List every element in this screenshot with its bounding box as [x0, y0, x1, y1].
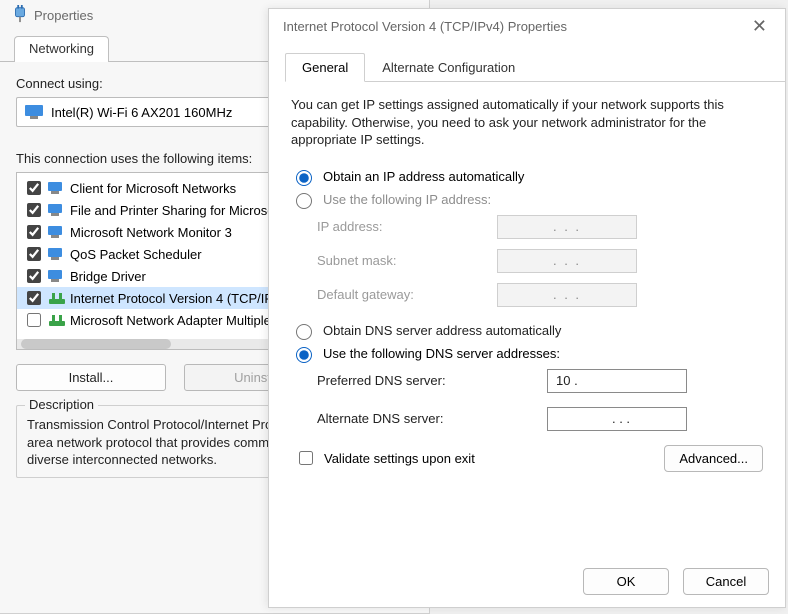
item-checkbox[interactable]: [27, 291, 41, 305]
ip-manual-row[interactable]: Use the following IP address:: [291, 190, 763, 209]
cancel-button[interactable]: Cancel: [683, 568, 769, 595]
ipv4-tabstrip: General Alternate Configuration: [285, 53, 785, 82]
client-icon: [48, 268, 66, 284]
default-gateway-label: Default gateway:: [317, 287, 497, 302]
adapter-name: Intel(R) Wi-Fi 6 AX201 160MHz: [51, 105, 232, 120]
ip-address-input: . . .: [497, 215, 637, 239]
tab-general[interactable]: General: [285, 53, 365, 82]
dns-auto-label: Obtain DNS server address automatically: [323, 323, 561, 338]
dns-manual-radio[interactable]: [296, 347, 312, 363]
item-label: Client for Microsoft Networks: [70, 181, 236, 196]
client-icon: [48, 202, 66, 218]
ip-fields: IP address: . . . Subnet mask: . . . Def…: [317, 215, 763, 307]
dns-manual-label: Use the following DNS server addresses:: [323, 346, 560, 361]
validate-label: Validate settings upon exit: [324, 451, 475, 466]
item-checkbox[interactable]: [27, 181, 41, 195]
info-text: You can get IP settings assigned automat…: [291, 96, 763, 149]
item-checkbox[interactable]: [27, 247, 41, 261]
ip-manual-label: Use the following IP address:: [323, 192, 491, 207]
item-label: Microsoft Network Monitor 3: [70, 225, 232, 240]
tab-alternate-configuration[interactable]: Alternate Configuration: [365, 53, 532, 82]
item-checkbox[interactable]: [27, 203, 41, 217]
dialog-buttons: OK Cancel: [583, 568, 769, 595]
client-icon: [48, 246, 66, 262]
item-label: QoS Packet Scheduler: [70, 247, 202, 262]
close-icon[interactable]: ✕: [746, 15, 773, 37]
advanced-button[interactable]: Advanced...: [664, 445, 763, 472]
dns-auto-radio[interactable]: [296, 324, 312, 340]
ip-address-label: IP address:: [317, 219, 497, 234]
dns-auto-row[interactable]: Obtain DNS server address automatically: [291, 321, 763, 340]
ethernet-plug-icon: [12, 5, 28, 26]
ip-auto-row[interactable]: Obtain an IP address automatically: [291, 167, 763, 186]
item-label: Bridge Driver: [70, 269, 146, 284]
preferred-dns-label: Preferred DNS server:: [317, 373, 547, 388]
ipv4-properties-dialog: Internet Protocol Version 4 (TCP/IPv4) P…: [268, 8, 786, 608]
ip-manual-radio[interactable]: [296, 193, 312, 209]
item-checkbox[interactable]: [27, 225, 41, 239]
alternate-dns-label: Alternate DNS server:: [317, 411, 547, 426]
general-panel: You can get IP settings assigned automat…: [269, 82, 785, 482]
item-checkbox[interactable]: [27, 313, 41, 327]
preferred-dns-input[interactable]: 10 .: [547, 369, 687, 393]
default-gateway-input: . . .: [497, 283, 637, 307]
item-label: Internet Protocol Version 4 (TCP/IPv4): [70, 291, 291, 306]
install-button[interactable]: Install...: [16, 364, 166, 391]
ipv4-title: Internet Protocol Version 4 (TCP/IPv4) P…: [283, 19, 567, 34]
tab-networking[interactable]: Networking: [14, 36, 109, 62]
ipv4-titlebar: Internet Protocol Version 4 (TCP/IPv4) P…: [269, 9, 785, 43]
dns-manual-row[interactable]: Use the following DNS server addresses:: [291, 344, 763, 363]
ok-button[interactable]: OK: [583, 568, 669, 595]
adapter-icon: [25, 105, 43, 119]
validate-checkbox[interactable]: [299, 451, 313, 465]
description-legend: Description: [25, 397, 98, 412]
ip-auto-radio[interactable]: [296, 170, 312, 186]
client-icon: [48, 180, 66, 196]
alternate-dns-input[interactable]: . . .: [547, 407, 687, 431]
dns-fields: Preferred DNS server: 10 . Alternate DNS…: [317, 369, 763, 431]
ip-auto-label: Obtain an IP address automatically: [323, 169, 524, 184]
subnet-mask-input: . . .: [497, 249, 637, 273]
protocol-icon: [48, 290, 66, 306]
client-icon: [48, 224, 66, 240]
protocol-icon: [48, 312, 66, 328]
item-checkbox[interactable]: [27, 269, 41, 283]
subnet-mask-label: Subnet mask:: [317, 253, 497, 268]
properties-title: Properties: [34, 8, 93, 23]
